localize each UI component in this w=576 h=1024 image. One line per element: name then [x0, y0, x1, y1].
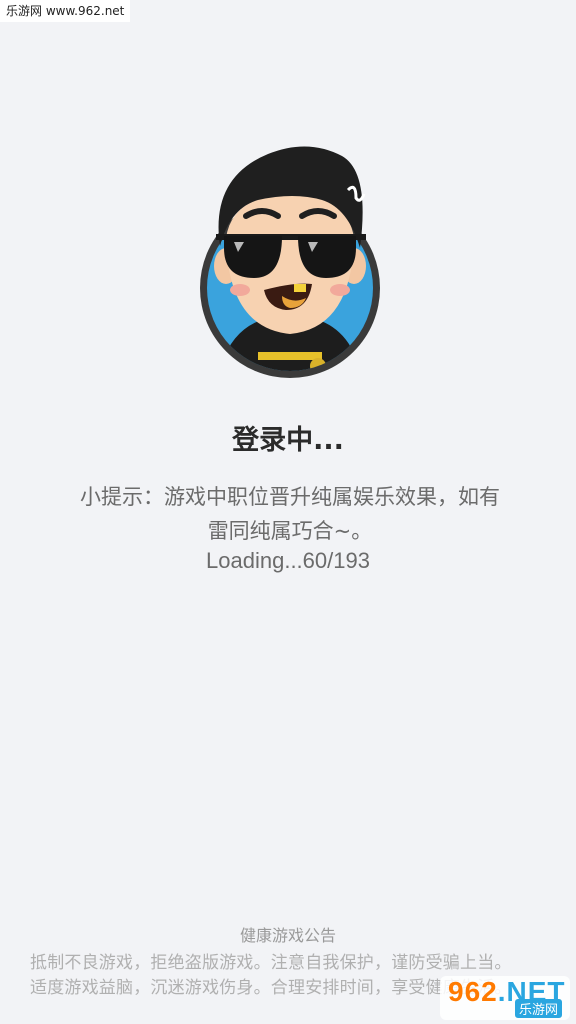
- logo-text: 乐游网: [514, 999, 562, 1018]
- tip-text: 小提示：游戏中职位晋升纯属娱乐效果，如有 雷同纯属巧合~。: [70, 480, 510, 548]
- loading-progress: Loading...60/193: [206, 548, 370, 573]
- avatar: [200, 146, 380, 378]
- tip-line-1: 小提示：游戏中职位晋升纯属娱乐效果，如有: [80, 485, 500, 509]
- login-status-title: 登录中...: [232, 425, 344, 456]
- watermark-top: 乐游网 www.962.net: [0, 0, 131, 22]
- health-notice-line-1: 抵制不良游戏，拒绝盗版游戏。注意自我保护，谨防受骗上当。: [30, 953, 512, 973]
- tip-line-2: 雷同纯属巧合~。: [207, 519, 373, 543]
- health-notice-title: 健康游戏公告: [239, 926, 336, 945]
- watermark-logo: 962.NET 乐游网: [440, 976, 570, 1020]
